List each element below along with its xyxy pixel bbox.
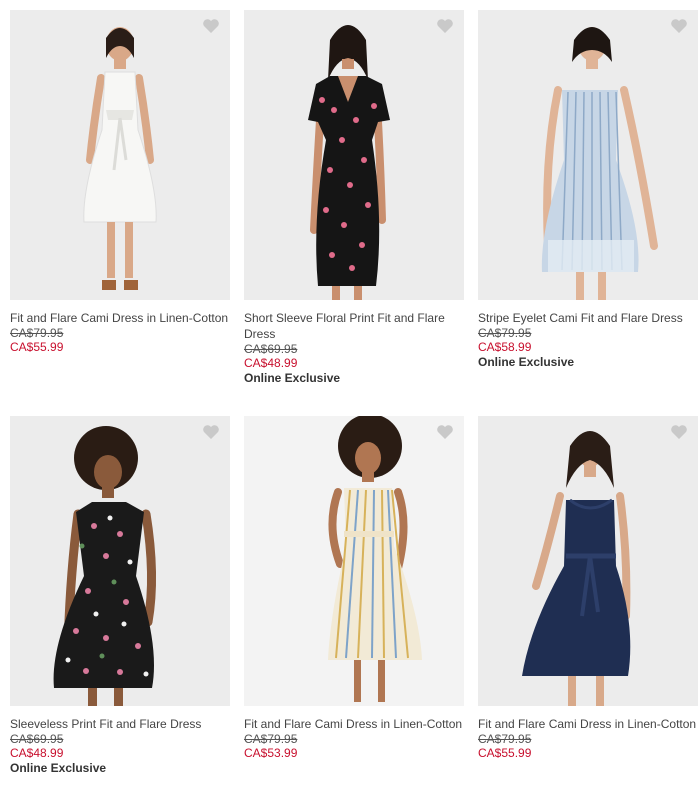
product-name[interactable]: Sleeveless Print Fit and Flare Dress [10,716,230,732]
heart-icon[interactable] [670,424,688,440]
product-image-sleeveless-print-dress[interactable] [10,416,230,706]
product-image-white-cami-dress[interactable] [10,10,230,300]
heart-icon[interactable] [670,18,688,34]
product-row: Fit and Flare Cami Dress in Linen-Cotton… [10,10,700,390]
product-image-striped-cami-dress[interactable] [244,416,464,706]
original-price: CA$79.95 [478,326,532,340]
product-card[interactable]: Fit and Flare Cami Dress in Linen-Cotton… [10,10,230,354]
original-price: CA$69.95 [10,732,64,746]
sale-price: CA$55.99 [10,340,64,354]
original-price: CA$79.95 [244,732,298,746]
sale-price: CA$48.99 [10,746,64,760]
heart-icon[interactable] [202,424,220,440]
sale-price: CA$48.99 [244,356,298,370]
product-name[interactable]: Fit and Flare Cami Dress in Linen-Cotton [478,716,698,732]
product-name[interactable]: Stripe Eyelet Cami Fit and Flare Dress [478,310,698,326]
heart-icon[interactable] [436,424,454,440]
product-image-black-floral-dress[interactable] [244,10,464,300]
online-exclusive-badge: Online Exclusive [244,371,341,385]
original-price: CA$69.95 [244,342,298,356]
product-row: Sleeveless Print Fit and Flare Dress CA$… [10,416,700,789]
online-exclusive-badge: Online Exclusive [10,761,107,775]
product-card[interactable]: Fit and Flare Cami Dress in Linen-Cotton… [478,416,698,760]
heart-icon[interactable] [436,18,454,34]
sale-price: CA$55.99 [478,746,532,760]
original-price: CA$79.95 [10,326,64,340]
online-exclusive-badge: Online Exclusive [478,355,575,369]
product-card[interactable]: Stripe Eyelet Cami Fit and Flare Dress C… [478,10,698,370]
product-card[interactable]: Sleeveless Print Fit and Flare Dress CA$… [10,416,230,776]
product-name[interactable]: Short Sleeve Floral Print Fit and Flare … [244,310,464,342]
product-name[interactable]: Fit and Flare Cami Dress in Linen-Cotton [244,716,464,732]
heart-icon[interactable] [202,18,220,34]
product-card[interactable]: Fit and Flare Cami Dress in Linen-Cotton… [244,416,464,760]
product-name[interactable]: Fit and Flare Cami Dress in Linen-Cotton [10,310,230,326]
sale-price: CA$53.99 [244,746,298,760]
product-card[interactable]: Short Sleeve Floral Print Fit and Flare … [244,10,464,386]
product-image-navy-cami-dress[interactable] [478,416,698,706]
sale-price: CA$58.99 [478,340,532,354]
product-image-stripe-eyelet-dress[interactable] [478,10,698,300]
original-price: CA$79.95 [478,732,532,746]
